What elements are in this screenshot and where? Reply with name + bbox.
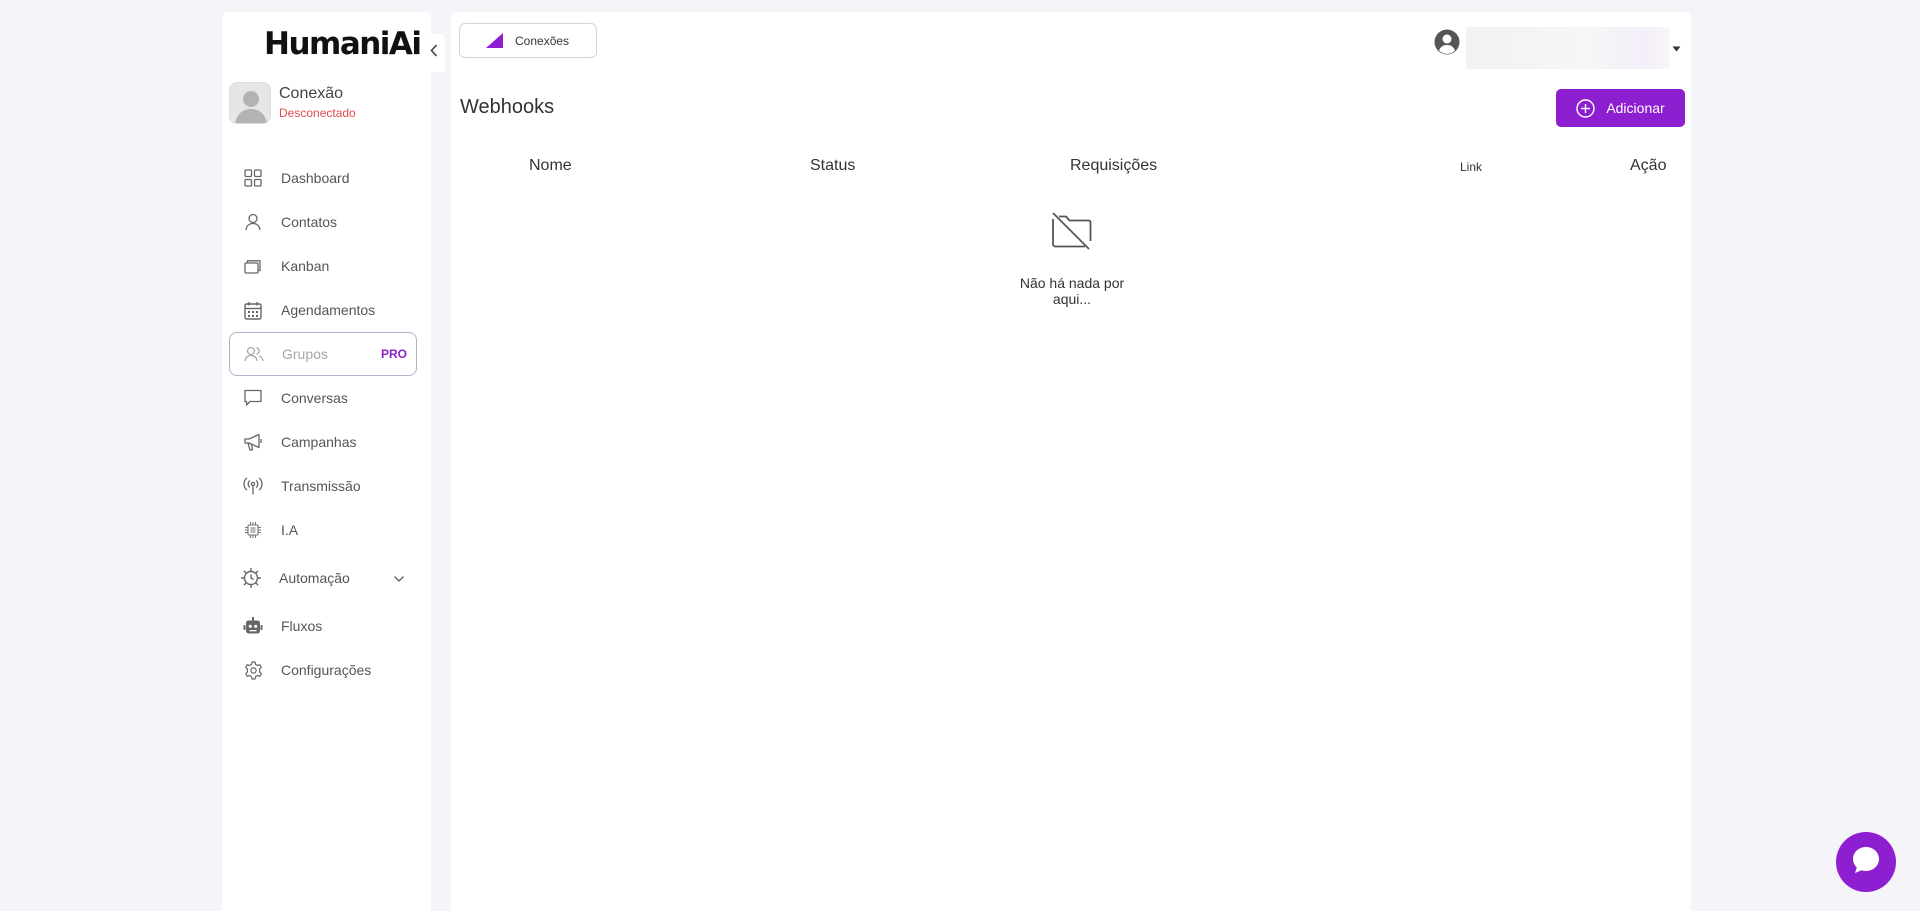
column-header-status: Status — [810, 157, 856, 174]
page-title: Webhooks — [460, 96, 555, 118]
sidebar-item-label: Configurações — [281, 662, 372, 678]
chat-support-button[interactable] — [1836, 832, 1896, 892]
broadcast-icon — [243, 476, 263, 496]
settings-icon — [243, 660, 263, 680]
chat-bubble-icon — [1850, 844, 1882, 881]
sidebar: HumaniAi Conexão Desconectado Dashboard — [222, 12, 445, 911]
tab-label: Conexões — [515, 33, 570, 48]
user-name-blurred — [1466, 27, 1670, 69]
sidebar-nav: Dashboard Contatos Kanban Agendamentos G… — [229, 156, 417, 692]
column-header-acao: Ação — [1630, 157, 1667, 174]
empty-state-message: Não há nada por aqui... — [1019, 275, 1125, 307]
sidebar-item-grupos[interactable]: Grupos PRO — [229, 332, 417, 376]
column-header-link: Link — [1460, 160, 1483, 174]
connection-status-text: Desconectado — [279, 106, 356, 120]
empty-folder-icon — [1049, 211, 1094, 251]
sidebar-item-label: Kanban — [281, 258, 330, 274]
sidebar-item-kanban[interactable]: Kanban — [229, 244, 417, 288]
default-avatar-icon — [230, 83, 270, 123]
sidebar-item-dashboard[interactable]: Dashboard — [229, 156, 417, 200]
sidebar-item-conversas[interactable]: Conversas — [229, 376, 417, 420]
tab-conexoes[interactable]: Conexões — [459, 23, 597, 58]
sidebar-item-ia[interactable]: I.A — [229, 508, 417, 552]
column-header-requisicoes: Requisições — [1070, 157, 1158, 174]
sidebar-item-label: Dashboard — [281, 170, 350, 186]
gear-cog-icon — [239, 566, 263, 590]
plus-circle-icon — [1576, 98, 1596, 118]
chip-icon — [243, 520, 263, 540]
robot-icon — [243, 616, 263, 636]
connection-triangle-icon — [486, 33, 503, 48]
column-header-nome: Nome — [529, 157, 572, 174]
chevron-down-icon[interactable] — [393, 570, 405, 588]
connection-status-card[interactable]: Conexão Desconectado — [229, 82, 424, 126]
sidebar-item-label: I.A — [281, 522, 299, 538]
sidebar-item-label: Grupos — [282, 346, 328, 362]
sidebar-item-automacao[interactable]: Automação — [229, 552, 417, 604]
app-logo: HumaniAi — [264, 26, 422, 62]
main-panel — [451, 12, 1691, 911]
sidebar-item-fluxos[interactable]: Fluxos — [229, 604, 417, 648]
megaphone-icon — [243, 432, 263, 452]
pro-badge: PRO — [380, 347, 407, 361]
sidebar-item-campanhas[interactable]: Campanhas — [229, 420, 417, 464]
connection-title: Conexão — [279, 85, 344, 102]
sidebar-item-label: Agendamentos — [281, 302, 376, 318]
sidebar-item-agendamentos[interactable]: Agendamentos — [229, 288, 417, 332]
sidebar-item-label: Campanhas — [281, 434, 357, 450]
avatar — [229, 82, 271, 124]
sidebar-item-label: Conversas — [281, 390, 348, 406]
calendar-icon — [243, 300, 263, 320]
sidebar-item-label: Automação — [279, 570, 350, 586]
sidebar-item-contatos[interactable]: Contatos — [229, 200, 417, 244]
add-webhook-button[interactable]: Adicionar — [1556, 89, 1685, 127]
sidebar-item-label: Fluxos — [281, 618, 323, 634]
chevron-left-icon — [430, 44, 438, 62]
sidebar-item-label: Contatos — [281, 214, 338, 230]
user-account-icon — [1434, 29, 1460, 55]
scrollbar[interactable] — [1692, 70, 1700, 911]
user-icon — [243, 212, 263, 232]
sidebar-collapse-button[interactable] — [423, 34, 445, 72]
add-button-label: Adicionar — [1606, 100, 1665, 116]
sidebar-item-transmissao[interactable]: Transmissão — [229, 464, 417, 508]
caret-down-icon — [1672, 39, 1681, 57]
sidebar-item-label: Transmissão — [281, 478, 361, 494]
kanban-cards-icon — [243, 256, 263, 276]
chat-bubble-icon — [243, 388, 263, 408]
users-icon — [244, 344, 264, 364]
dashboard-grid-icon — [243, 168, 263, 188]
sidebar-item-configuracoes[interactable]: Configurações — [229, 648, 417, 692]
